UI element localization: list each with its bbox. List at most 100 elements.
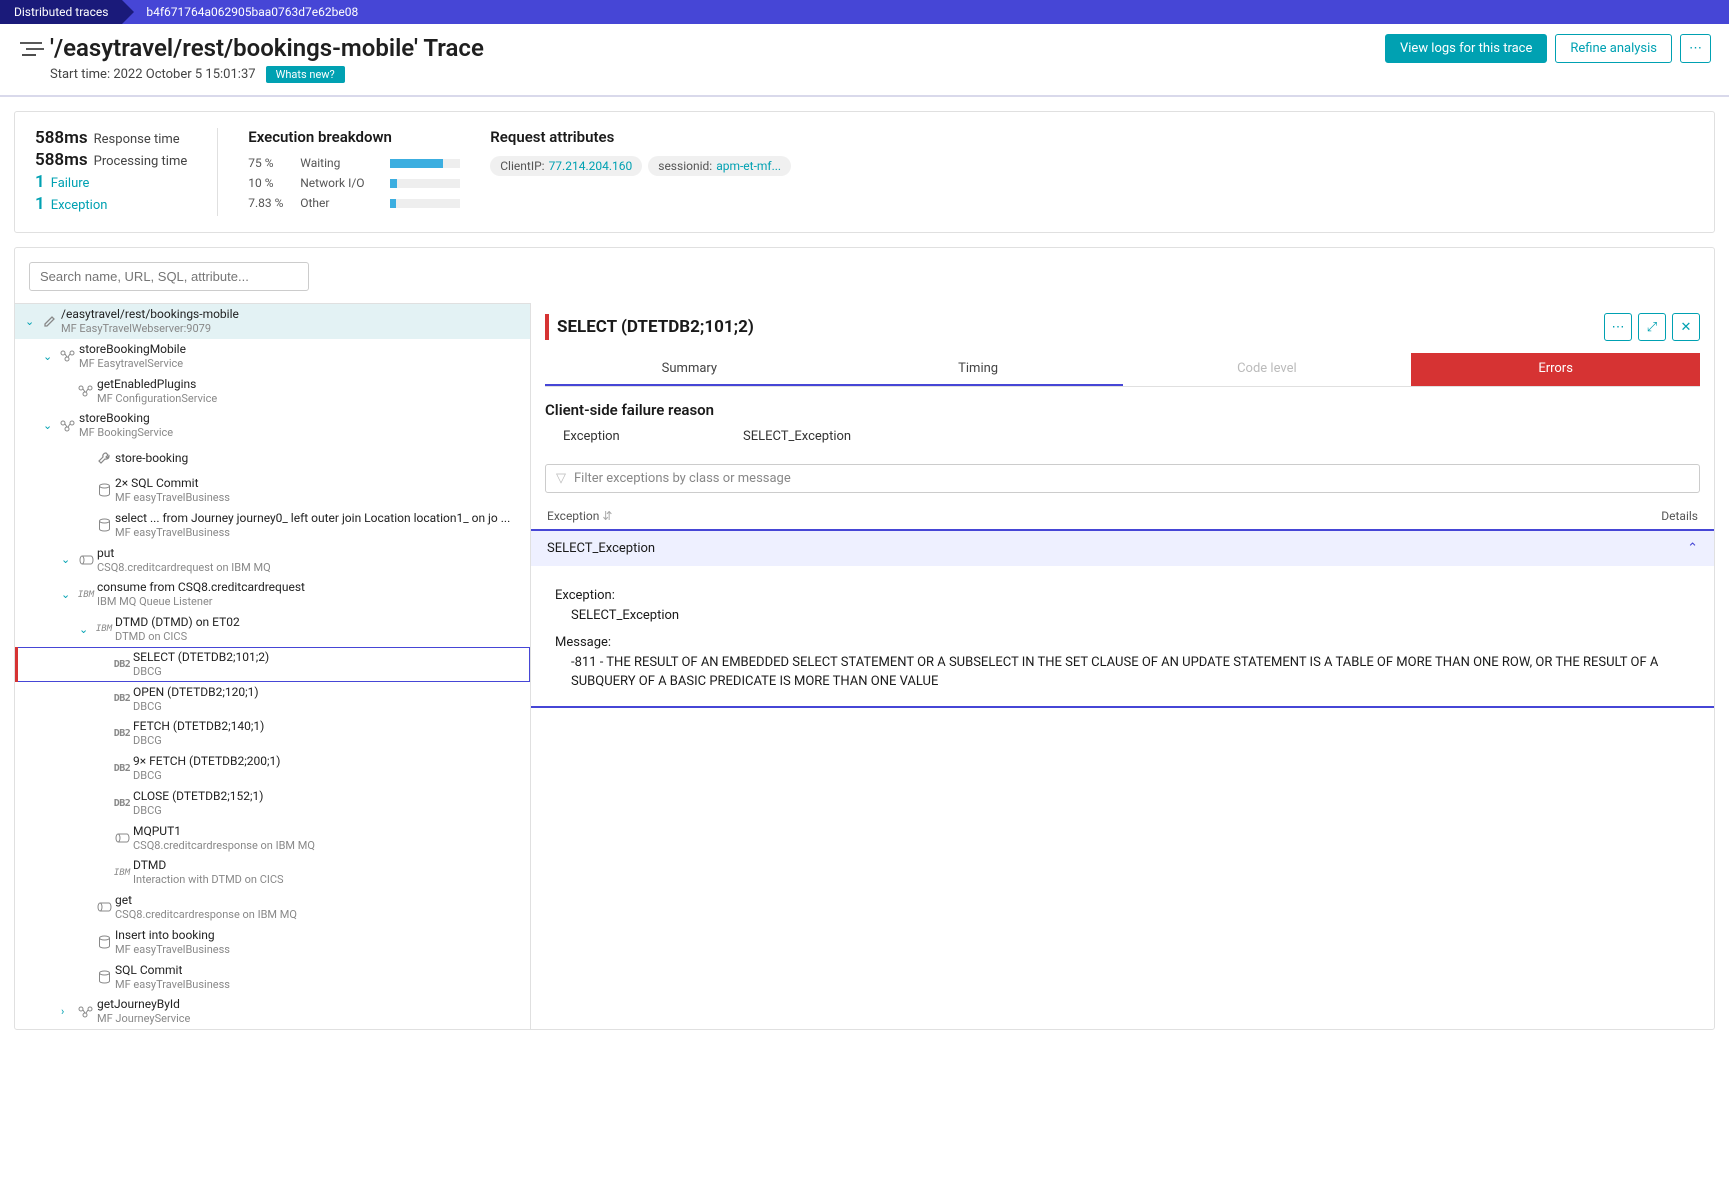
exception-filter-input[interactable]: ▽ Filter exceptions by class or message	[545, 464, 1700, 493]
trace-tree-node[interactable]: store-booking	[15, 443, 530, 473]
db2-icon: DB2	[111, 763, 133, 774]
request-attribute-pill[interactable]: sessionid:apm-et-mf...	[648, 156, 791, 176]
tree-node-title: consume from CSQ8.creditcardrequest	[97, 580, 305, 595]
tree-node-title: 2× SQL Commit	[115, 476, 230, 491]
response-time-value: 588ms	[35, 128, 88, 148]
tree-node-subtitle: MF easyTravelBusiness	[115, 978, 230, 992]
tree-node-title: store-booking	[115, 451, 188, 466]
tree-node-title: DTMD	[133, 858, 284, 873]
trace-tree-node[interactable]: ⌄storeBookingMF BookingService	[15, 408, 530, 443]
trace-tree-node[interactable]: 2× SQL CommitMF easyTravelBusiness	[15, 473, 530, 508]
exception-row[interactable]: SELECT_Exception ⌃	[531, 529, 1714, 566]
page-header: '/easytravel/rest/bookings-mobile' Trace…	[0, 24, 1729, 97]
failure-key: Exception	[563, 429, 743, 444]
tree-toggle-icon[interactable]: ⌄	[43, 419, 57, 432]
trace-tree-node[interactable]: MQPUT1CSQ8.creditcardresponse on IBM MQ	[15, 821, 530, 856]
tree-node-subtitle: IBM MQ Queue Listener	[97, 595, 305, 609]
exec-breakdown-row: 10 %Network I/O	[248, 176, 460, 190]
tree-node-title: SELECT (DTETDB2;101;2)	[133, 650, 269, 665]
tree-node-subtitle: DBCG	[133, 734, 264, 748]
trace-tree-node[interactable]: IBMDTMDInteraction with DTMD on CICS	[15, 855, 530, 890]
tree-node-title: DTMD (DTMD) on ET02	[115, 615, 240, 630]
tree-toggle-icon[interactable]: ›	[61, 1005, 75, 1018]
tab-summary[interactable]: Summary	[545, 353, 834, 386]
tree-node-subtitle: MF JourneyService	[97, 1012, 190, 1026]
db-icon	[93, 935, 115, 949]
trace-tree-node[interactable]: DB29× FETCH (DTETDB2;200;1)DBCG	[15, 751, 530, 786]
request-attribute-pill[interactable]: ClientIP:77.214.204.160	[490, 156, 642, 176]
exception-details: Exception: SELECT_Exception Message: -81…	[531, 566, 1714, 708]
db-icon	[93, 518, 115, 532]
filter-icon: ▽	[556, 471, 566, 486]
trace-tree-node[interactable]: ⌄IBMconsume from CSQ8.creditcardrequestI…	[15, 577, 530, 612]
tree-node-title: FETCH (DTETDB2;140;1)	[133, 719, 264, 734]
view-logs-button[interactable]: View logs for this trace	[1385, 34, 1547, 63]
tree-node-subtitle: CSQ8.creditcardrequest on IBM MQ	[97, 561, 271, 575]
trace-tree-node[interactable]: ⌄putCSQ8.creditcardrequest on IBM MQ	[15, 543, 530, 578]
tree-node-subtitle: Interaction with DTMD on CICS	[133, 873, 284, 887]
refine-analysis-button[interactable]: Refine analysis	[1555, 34, 1672, 63]
trace-title: '/easytravel/rest/bookings-mobile' Trace	[50, 34, 1385, 62]
detail-more-button[interactable]: ⋯	[1604, 313, 1632, 341]
more-actions-button[interactable]: ⋯	[1680, 34, 1711, 63]
detail-tabs: Summary Timing Code level Errors	[545, 353, 1700, 387]
tab-timing[interactable]: Timing	[834, 353, 1123, 386]
detail-close-button[interactable]: ✕	[1672, 313, 1700, 341]
trace-tree-node[interactable]: DB2OPEN (DTETDB2;120;1)DBCG	[15, 682, 530, 717]
ibm-icon: IBM	[111, 868, 133, 878]
db2-icon: DB2	[111, 659, 133, 670]
failure-value: SELECT_Exception	[743, 429, 851, 444]
failure-count[interactable]: 1	[35, 172, 45, 192]
error-indicator-bar	[545, 314, 549, 340]
execution-breakdown-heading: Execution breakdown	[248, 128, 460, 146]
exception-link[interactable]: Exception	[51, 198, 108, 213]
db2-icon: DB2	[111, 798, 133, 809]
service-icon	[75, 385, 97, 397]
breadcrumb-root[interactable]: Distributed traces	[0, 0, 122, 24]
distributed-trace-icon	[14, 34, 50, 58]
trace-tree-node[interactable]: getEnabledPluginsMF ConfigurationService	[15, 374, 530, 409]
detail-expand-button[interactable]: ⤢	[1638, 313, 1666, 341]
trace-tree: ⌄/easytravel/rest/bookings-mobileMF Easy…	[15, 303, 530, 1029]
edit-icon	[39, 314, 61, 328]
tree-toggle-icon[interactable]: ⌄	[61, 588, 75, 601]
whats-new-button[interactable]: Whats new?	[266, 66, 345, 83]
tree-toggle-icon[interactable]: ⌄	[43, 350, 57, 363]
tree-node-title: MQPUT1	[133, 824, 315, 839]
db-icon	[93, 970, 115, 984]
request-attributes-heading: Request attributes	[490, 128, 1694, 146]
trace-tree-node[interactable]: ⌄/easytravel/rest/bookings-mobileMF Easy…	[15, 304, 530, 339]
tree-toggle-icon[interactable]: ⌄	[25, 315, 39, 328]
tree-toggle-icon[interactable]: ⌄	[61, 553, 75, 566]
trace-tree-node[interactable]: ⌄IBMDTMD (DTMD) on ET02DTMD on CICS	[15, 612, 530, 647]
tab-errors[interactable]: Errors	[1411, 353, 1700, 386]
trace-tree-node[interactable]: select ... from Journey journey0_ left o…	[15, 508, 530, 543]
breadcrumb-trace-id: b4f671764a062905baa0763d7e62be08	[122, 5, 358, 19]
search-input[interactable]	[29, 262, 309, 291]
trace-tree-node[interactable]: ›getJourneyByIdMF JourneyService	[15, 994, 530, 1029]
tree-toggle-icon[interactable]: ⌄	[79, 623, 93, 636]
tree-node-title: 9× FETCH (DTETDB2;200;1)	[133, 754, 280, 769]
trace-tree-node[interactable]: DB2SELECT (DTETDB2;101;2)DBCG	[15, 647, 530, 682]
queue-icon	[93, 901, 115, 913]
column-details: Details	[1661, 509, 1698, 523]
trace-tree-node[interactable]: DB2CLOSE (DTETDB2;152;1)DBCG	[15, 786, 530, 821]
trace-tree-node[interactable]: getCSQ8.creditcardresponse on IBM MQ	[15, 890, 530, 925]
processing-time-value: 588ms	[35, 150, 88, 170]
column-exception[interactable]: Exception ⇵	[547, 509, 1661, 523]
tree-node-subtitle: MF BookingService	[79, 426, 173, 440]
db2-icon: DB2	[111, 728, 133, 739]
service-icon	[75, 1006, 97, 1018]
trace-tree-node[interactable]: DB2FETCH (DTETDB2;140;1)DBCG	[15, 716, 530, 751]
failure-reason-heading: Client-side failure reason	[545, 401, 1700, 419]
exception-count[interactable]: 1	[35, 194, 45, 214]
trace-tree-node[interactable]: Insert into bookingMF easyTravelBusiness	[15, 925, 530, 960]
tree-node-title: SQL Commit	[115, 963, 230, 978]
ibm-icon: IBM	[75, 590, 97, 600]
tree-node-title: storeBookingMobile	[79, 342, 186, 357]
tree-node-title: OPEN (DTETDB2;120;1)	[133, 685, 259, 700]
failure-link[interactable]: Failure	[51, 176, 90, 191]
trace-tree-node[interactable]: SQL CommitMF easyTravelBusiness	[15, 960, 530, 995]
tree-node-title: /easytravel/rest/bookings-mobile	[61, 307, 239, 322]
trace-tree-node[interactable]: ⌄storeBookingMobileMF EasytravelService	[15, 339, 530, 374]
